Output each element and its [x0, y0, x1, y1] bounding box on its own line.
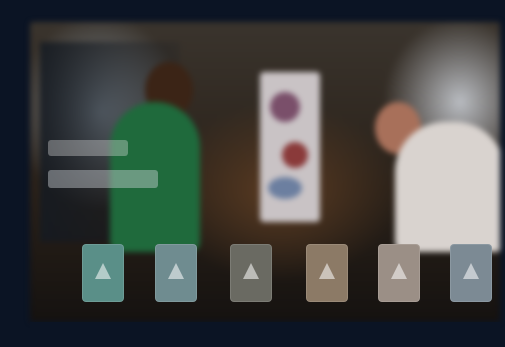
bottom-bezel	[30, 322, 500, 347]
wall-poster	[260, 72, 320, 222]
media-screen	[30, 22, 500, 322]
poster-shape	[270, 92, 300, 122]
poster-shape	[282, 142, 308, 168]
poster-shape	[268, 177, 302, 199]
person-left	[110, 102, 200, 252]
person-right	[395, 122, 500, 252]
